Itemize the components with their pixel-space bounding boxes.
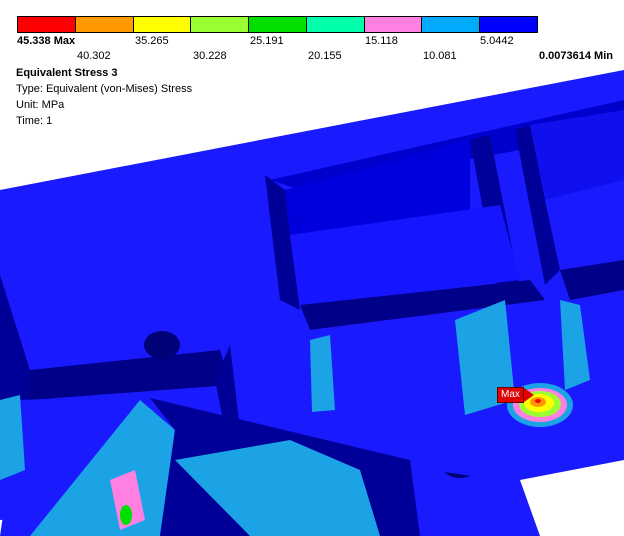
legend-max-label: 45.338 Max: [17, 35, 76, 47]
legend-swatch-8: [422, 17, 481, 32]
legend-label-15: 15.118: [365, 35, 398, 47]
legend-swatch-6: [306, 17, 365, 32]
legend-swatch-9: [480, 17, 538, 32]
stress-legend: 45.338 Max 35.265 25.191 15.118 5.0442 4…: [0, 0, 624, 150]
legend-label-40: 40.302: [77, 50, 111, 62]
legend-label-10: 10.081: [423, 50, 457, 62]
legend-swatch-4: [191, 17, 250, 32]
legend-swatch-1: [18, 17, 76, 32]
left-hotspot-core: [120, 505, 132, 525]
legend-label-30: 30.228: [193, 50, 227, 62]
legend-label-20: 20.155: [308, 50, 342, 62]
bolt-hole-left: [144, 331, 180, 359]
legend-label-5: 5.0442: [480, 35, 514, 47]
result-unit: Unit: MPa: [16, 99, 65, 111]
max-probe-flag[interactable]: Max: [497, 387, 534, 403]
legend-label-25: 25.191: [250, 35, 284, 47]
result-title: Equivalent Stress 3: [16, 67, 118, 79]
legend-label-35: 35.265: [135, 35, 169, 47]
legend-swatch-3: [133, 17, 192, 32]
legend-swatch-2: [75, 17, 134, 32]
legend-swatch-7: [364, 17, 423, 32]
result-type: Type: Equivalent (von-Mises) Stress: [16, 83, 193, 95]
legend-colorbar: [17, 16, 538, 33]
max-stress-core: [535, 399, 541, 403]
max-probe-pointer-icon: [523, 388, 534, 402]
max-probe-label: Max: [497, 387, 524, 403]
result-time: Time: 1: [16, 115, 53, 127]
legend-min-label: 0.0073614 Min: [539, 50, 613, 62]
legend-swatch-5: [249, 17, 307, 32]
